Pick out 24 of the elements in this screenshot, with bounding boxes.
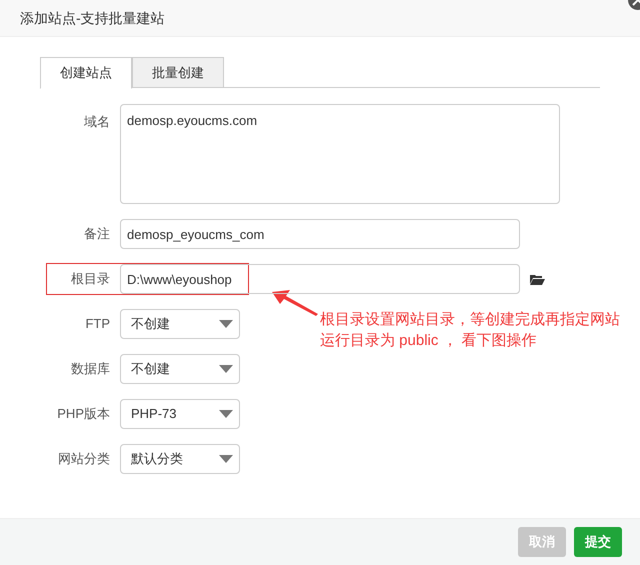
select-dropdown[interactable]: 默认分类 [120,444,240,474]
field-label: 数据库 [70,360,110,378]
dropdown-caret-icon [219,365,233,373]
field-label: FTP [84,315,110,334]
domain-textarea[interactable]: demosp.eyoucms.com [120,104,560,204]
tab[interactable]: 批量创建 [132,57,224,88]
dropdown-caret-icon [219,320,233,328]
field-label: 备注 [83,225,110,244]
select-dropdown[interactable]: PHP-73 [120,399,240,429]
field-label: 域名 [83,113,110,131]
field-label: 网站分类 [57,450,110,468]
field-label: PHP版本 [56,405,110,424]
window-title: 添加站点-支持批量建站 [20,8,165,28]
select-dropdown[interactable]: 不创建 [120,354,240,384]
tab[interactable]: 创建站点 [40,57,132,89]
field-label: 根目录 [70,270,110,288]
input-field[interactable]: demosp_eyoucms_com [120,219,520,249]
dropdown-caret-icon [219,455,233,463]
annotation-text: 根目录设置网站目录，等创建完成再指定网站运行目录为 public ， 看下图操作 [320,310,621,351]
folder-icon[interactable] [530,274,545,284]
dropdown-caret-icon [219,410,233,418]
input-field[interactable]: D:\www\eyoushop [120,264,520,294]
annotation-arrow [270,288,320,318]
select-dropdown[interactable]: 不创建 [120,309,240,339]
